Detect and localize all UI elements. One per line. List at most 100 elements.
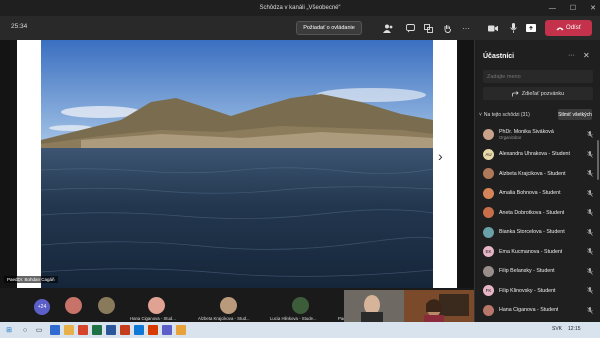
windows-start-icon[interactable]: ⊞ [4, 325, 14, 335]
participant-row[interactable]: EK Ema Kucmanova - Student [483, 242, 595, 262]
participant-row[interactable]: Amalia Bohnova - Student [483, 184, 595, 204]
mail-icon[interactable] [134, 325, 144, 335]
avatar [483, 226, 494, 238]
more-icon[interactable]: ··· [568, 52, 575, 59]
chat-icon[interactable] [403, 21, 417, 35]
request-control-button[interactable]: Požiadať o ovládanie [296, 21, 362, 35]
mic-muted-icon[interactable] [587, 306, 593, 316]
participant-row[interactable]: Hana Ciganova - Student [483, 301, 595, 321]
participant-name: Alzbeta Krajcikova - Student [499, 170, 566, 177]
windows-taskbar: ⊞ ○ ▭ SVK 12:15 [0, 322, 600, 338]
more-options-icon[interactable]: ··· [459, 21, 473, 35]
video-gallery-strip: +24 Hana Ciganova - Stud... Alzbeta Kraj… [0, 288, 474, 323]
section-label: Na tejto schôdzi (31) [483, 112, 530, 118]
teams-window: Schôdza v kanáli „Všeobecné“ — ☐ ✕ 25:34… [0, 0, 600, 338]
search-icon[interactable]: ○ [20, 325, 30, 335]
powerpoint-icon[interactable] [120, 325, 130, 335]
share-invite-label: Zdieľať pozvánku [521, 90, 565, 97]
meeting-toolbar: 25:34 Požiadať o ovládanie ··· Odísť [0, 16, 600, 40]
people-icon[interactable] [381, 21, 395, 35]
participant-name-block: PhDr. Monika Siváková Organizátor [499, 129, 554, 140]
presenter-name-tag: PaedDr. Bohdan Cagáň [4, 276, 58, 283]
participant-name: Ema Kucmanova - Student [499, 248, 563, 255]
edge-icon[interactable] [50, 325, 60, 335]
participant-name-block: Hana Ciganova - Student [499, 307, 558, 313]
gallery-tile[interactable]: Hana Ciganova - Stud... [130, 288, 190, 322]
gallery-tile[interactable]: Lucia Hlinkova - Stude... [270, 288, 332, 322]
share-icon [511, 90, 519, 96]
camera-icon[interactable] [486, 21, 500, 35]
office-icon[interactable] [78, 325, 88, 335]
participant-row[interactable]: Alzbeta Krajcikova - Student [483, 164, 595, 184]
participant-name: Hana Ciganova - Student [499, 307, 559, 314]
participants-section-header[interactable]: ˅ Na tejto schôdzi (31) [479, 112, 530, 118]
phone-icon [556, 27, 564, 30]
word-icon[interactable] [106, 325, 116, 335]
participant-name-block: Ema Kucmanova - Student [499, 249, 562, 255]
mic-muted-icon[interactable] [587, 131, 593, 140]
participant-name-block: Filip Klinovsky - Student [499, 288, 556, 294]
mic-muted-icon[interactable] [587, 228, 593, 238]
mute-all-button[interactable]: Stlmiť všetkých [558, 109, 592, 120]
avatar [483, 187, 494, 199]
share-invite-button[interactable]: Zdieľať pozvánku [483, 87, 593, 100]
mic-icon[interactable] [506, 21, 520, 35]
raise-hand-icon[interactable] [440, 21, 454, 35]
share-screen-icon[interactable] [524, 21, 538, 35]
excel-icon[interactable] [92, 325, 102, 335]
participant-row[interactable]: FK Filip Klinovsky - Student [483, 281, 595, 301]
panel-title: Účastníci [483, 53, 515, 60]
participant-row[interactable]: Filip Belansky - Student [483, 262, 595, 282]
participant-name-block: Alexandra Uhrakova - Student [499, 151, 570, 157]
teams-icon[interactable] [162, 325, 172, 335]
invite-search-input[interactable] [483, 70, 593, 83]
mic-muted-icon[interactable] [587, 189, 593, 199]
mic-muted-icon[interactable] [587, 267, 593, 277]
participant-row[interactable]: PhDr. Monika Siváková Organizátor [483, 125, 595, 145]
mic-muted-icon[interactable] [587, 209, 593, 218]
avatar: EK [483, 246, 494, 258]
keyboard-language[interactable]: SVK [552, 326, 562, 332]
participant-name: Bianka Storcelova - Student [499, 229, 565, 236]
chevron-down-icon: ˅ [479, 112, 482, 118]
avatar: AU [483, 148, 494, 160]
mic-muted-icon[interactable] [587, 287, 593, 296]
leave-button[interactable]: Odísť [545, 20, 592, 36]
avatar [483, 265, 494, 277]
minimize-button[interactable]: — [549, 5, 556, 12]
close-icon[interactable]: ✕ [583, 51, 590, 60]
mic-muted-icon[interactable] [587, 248, 593, 257]
participant-name-block: Aneta Dobrotkova - Student [499, 210, 564, 216]
leave-label: Odísť [566, 25, 581, 31]
participant-name: Filip Belansky - Student [499, 268, 555, 275]
mic-muted-icon[interactable] [587, 150, 593, 160]
participant-name-block: Alzbeta Krajcikova - Student [499, 171, 566, 177]
gallery-tile[interactable]: Alzbeta Krajcikova - Stud... [198, 288, 264, 322]
avatar [483, 304, 494, 316]
rooms-icon[interactable] [421, 21, 435, 35]
participant-row[interactable]: AU Alexandra Uhrakova - Student [483, 145, 595, 165]
mic-muted-icon[interactable] [587, 170, 593, 179]
task-view-icon[interactable]: ▭ [34, 325, 44, 335]
panel-scrollbar[interactable] [597, 140, 599, 180]
shared-content-stage: › PaedDr. Bohdan Cagáň [0, 40, 474, 288]
clock[interactable]: 12:15 [568, 326, 581, 332]
participant-row[interactable]: Aneta Dobrotkova - Student [483, 203, 595, 223]
participant-role: Organizátor [499, 135, 522, 141]
onenote-icon[interactable] [148, 325, 158, 335]
presenter-video[interactable] [344, 290, 474, 323]
maximize-button[interactable]: ☐ [570, 4, 576, 12]
participant-list: PhDr. Monika Siváková Organizátor AU Alexan… [483, 125, 595, 320]
close-window-button[interactable]: ✕ [590, 4, 596, 12]
next-slide-chevron-right-icon[interactable]: › [438, 148, 443, 164]
more-participants-badge[interactable]: +24 [34, 299, 50, 315]
participant-row[interactable]: Bianka Storcelova - Student [483, 223, 595, 243]
file-explorer-icon[interactable] [64, 325, 74, 335]
tile-label: Lucia Hlinkova - Stude... [270, 316, 317, 321]
avatar [292, 297, 309, 314]
participants-panel: Účastníci ··· ✕ Zdieľať pozvánku ˅ Na te… [474, 40, 600, 322]
avatar [98, 297, 115, 314]
chrome-icon[interactable] [176, 325, 186, 335]
title-bar: Schôdza v kanáli „Všeobecné“ — ☐ ✕ [0, 0, 600, 16]
lake-photo [41, 40, 433, 288]
